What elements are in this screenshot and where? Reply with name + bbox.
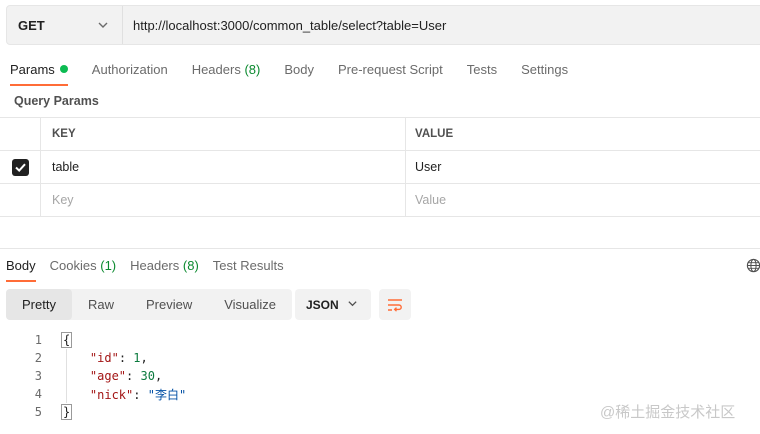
wrap-lines-icon[interactable]: [379, 289, 411, 320]
line-number: 5: [34, 405, 42, 419]
column-header-key: KEY: [41, 118, 406, 150]
tab-response-headers[interactable]: Headers (8): [130, 254, 199, 282]
json-key: "age": [89, 369, 127, 383]
table-row: table User: [0, 151, 760, 184]
tab-label: Headers: [191, 62, 241, 77]
pane-divider[interactable]: [0, 248, 760, 249]
tab-label: Settings: [521, 62, 569, 77]
new-key-input[interactable]: Key: [41, 184, 406, 216]
tab-label: Body: [284, 62, 314, 77]
request-tabs: Params Authorization Headers (8) Body Pr…: [0, 58, 760, 86]
tab-label: Authorization: [91, 62, 168, 77]
url-input[interactable]: http://localhost:3000/common_table/selec…: [123, 6, 760, 44]
param-value-cell[interactable]: User: [406, 151, 760, 183]
new-value-input[interactable]: Value: [406, 184, 760, 216]
code-line: 1 {: [0, 331, 760, 349]
params-active-dot: [59, 65, 68, 73]
tab-test-results[interactable]: Test Results: [213, 254, 284, 282]
table-row-empty: Key Value: [0, 184, 760, 217]
globe-icon[interactable]: [746, 258, 760, 274]
line-number: 4: [34, 387, 42, 401]
params-table: KEY VALUE table User Key Value: [0, 117, 760, 217]
param-key-cell[interactable]: table: [41, 151, 406, 183]
checkbox-checked-icon[interactable]: [11, 158, 29, 176]
tab-tests[interactable]: Tests: [467, 58, 497, 86]
response-tabs: Body Cookies (1) Headers (8) Test Result…: [0, 254, 760, 282]
format-label: JSON: [306, 297, 339, 312]
tab-label: Tests: [466, 62, 498, 77]
json-value: "李白": [147, 387, 187, 402]
tab-authorization[interactable]: Authorization: [92, 58, 168, 86]
tab-label: Test Results: [212, 258, 284, 273]
json-value: 1: [133, 351, 141, 365]
tab-count: (1): [100, 258, 117, 273]
open-brace: {: [61, 332, 73, 348]
view-pretty-button[interactable]: Pretty: [6, 289, 72, 320]
tab-label: Body: [6, 258, 36, 273]
code-line: 3 "age": 30,: [0, 367, 760, 385]
column-header-value: VALUE: [415, 128, 454, 140]
tab-params[interactable]: Params: [10, 58, 68, 86]
view-preview-button[interactable]: Preview: [130, 289, 208, 320]
format-select[interactable]: JSON: [295, 289, 371, 320]
tab-count: (8): [182, 258, 199, 273]
chevron-down-icon: [96, 18, 110, 32]
view-raw-button[interactable]: Raw: [72, 289, 130, 320]
tab-label: Params: [10, 62, 55, 77]
tab-cookies[interactable]: Cookies (1): [50, 254, 116, 282]
line-number: 2: [34, 351, 42, 365]
tab-response-body[interactable]: Body: [6, 254, 36, 282]
indent-guide: [66, 349, 67, 403]
tab-label: Pre-request Script: [337, 62, 443, 77]
json-value: 30: [140, 369, 155, 383]
chevron-down-icon: [347, 298, 358, 312]
request-bar: GET http://localhost:3000/common_table/s…: [6, 5, 760, 45]
method-select[interactable]: GET: [7, 6, 123, 44]
tab-label: Cookies: [49, 258, 97, 273]
tab-settings[interactable]: Settings: [521, 58, 568, 86]
query-params-title: Query Params: [14, 94, 99, 108]
tab-headers[interactable]: Headers (8): [192, 58, 261, 86]
tab-pre-request-script[interactable]: Pre-request Script: [338, 58, 443, 86]
watermark: @稀土掘金技术社区: [600, 404, 736, 421]
view-mode-group: Pretty Raw Preview Visualize: [6, 289, 293, 320]
method-label: GET: [18, 17, 45, 33]
tab-count: (8): [244, 62, 261, 77]
view-visualize-button[interactable]: Visualize: [208, 289, 292, 320]
close-brace: }: [61, 404, 73, 420]
code-line: 2 "id": 1,: [0, 349, 760, 367]
tab-label: Headers: [130, 258, 180, 273]
json-key: "id": [89, 351, 119, 365]
tab-body[interactable]: Body: [284, 58, 314, 86]
table-header-row: KEY VALUE: [0, 118, 760, 151]
line-number: 1: [34, 333, 42, 347]
line-number: 3: [34, 369, 42, 383]
json-key: "nick": [89, 387, 134, 402]
